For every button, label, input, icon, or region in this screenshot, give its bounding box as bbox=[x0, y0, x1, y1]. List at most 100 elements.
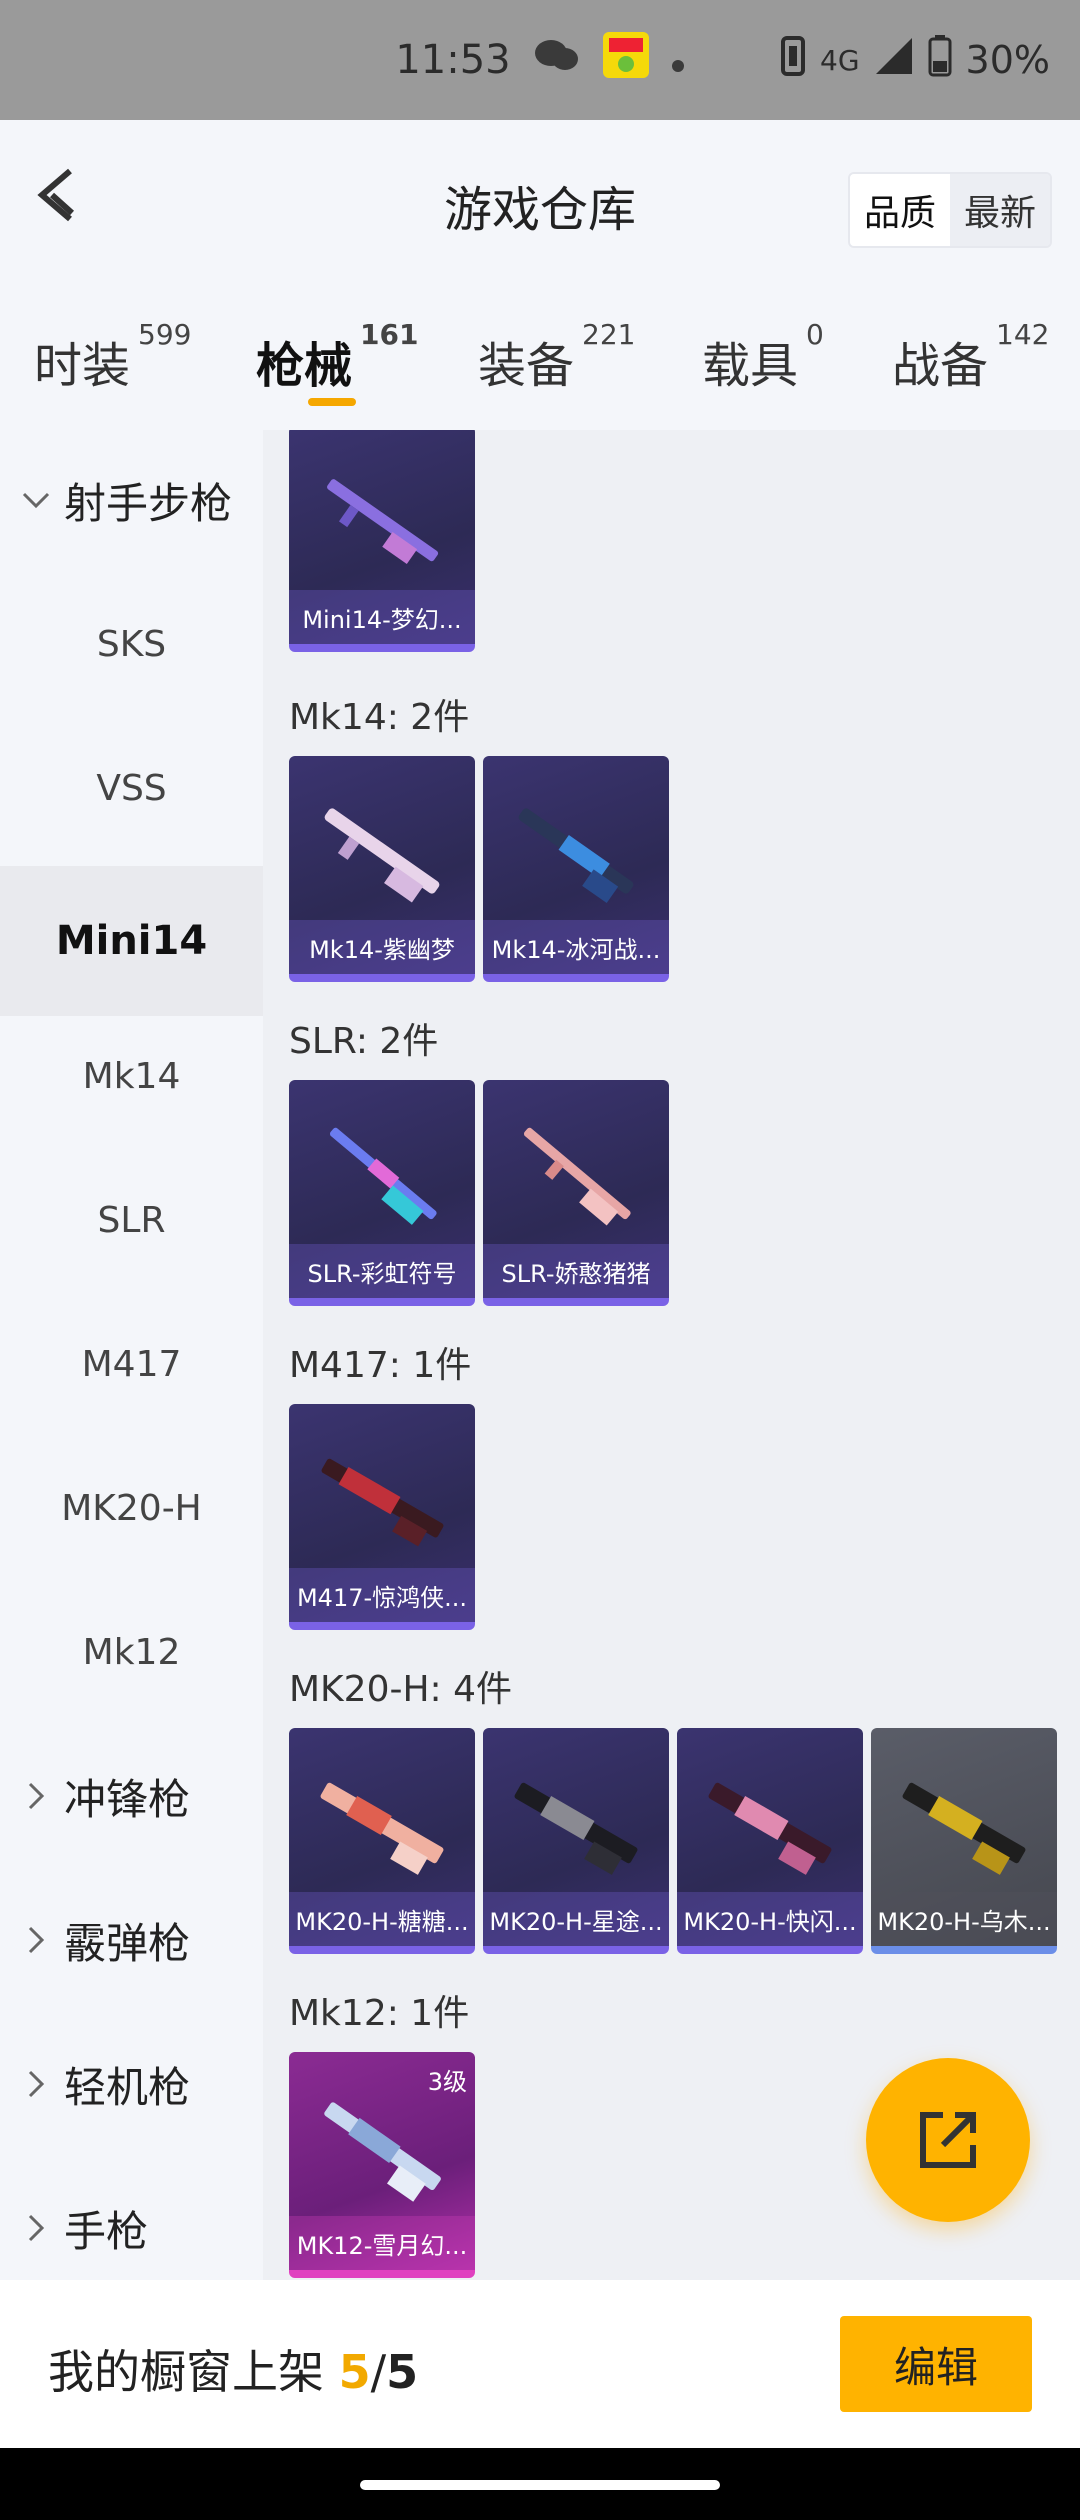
share-icon bbox=[920, 2112, 976, 2168]
skin-name: M417-惊鸿侠... bbox=[289, 1568, 475, 1622]
status-bar: 11:53 4G 30% bbox=[0, 0, 1080, 120]
sidebar-group-label: 射手步枪 bbox=[64, 478, 233, 528]
rifle-skin-icon bbox=[324, 2102, 441, 2202]
app-notification-icon bbox=[602, 32, 649, 88]
rifle-skin-icon bbox=[320, 1782, 444, 1875]
rifle-skin-icon bbox=[329, 1127, 437, 1225]
skin-name: SLR-彩虹符号 bbox=[289, 1244, 475, 1298]
tab-vehicles[interactable]: 载具0 bbox=[702, 318, 824, 396]
tab-count: 599 bbox=[138, 318, 192, 351]
section-title-m417: M417: 1件 bbox=[289, 1345, 472, 1386]
showcase-count: 5 bbox=[338, 2345, 371, 2399]
wechat-icon bbox=[533, 35, 581, 85]
skin-card[interactable]: MK20-H-乌木... bbox=[871, 1728, 1057, 1954]
status-time: 11:53 bbox=[395, 37, 511, 83]
showcase-separator: / bbox=[370, 2345, 387, 2399]
sort-toggle: 品质 最新 bbox=[847, 172, 1052, 248]
chevron-right-icon bbox=[28, 2214, 45, 2242]
sidebar-item-mk12[interactable]: Mk12 bbox=[0, 1582, 263, 1722]
sidebar-item-mk14[interactable]: Mk14 bbox=[0, 1006, 263, 1146]
signal-icon bbox=[874, 36, 914, 85]
sidebar-item-mini14[interactable]: Mini14 bbox=[0, 866, 263, 1016]
skin-card[interactable]: MK20-H-快闪... bbox=[677, 1728, 863, 1954]
sidebar-group-marksman[interactable]: 射手步枪 bbox=[18, 430, 232, 570]
section-title-mk12: Mk12: 1件 bbox=[289, 1993, 470, 2034]
network-label: 4G bbox=[820, 43, 860, 77]
showcase-label: 我的橱窗上架 bbox=[48, 2345, 324, 2399]
tab-equipment[interactable]: 装备221 bbox=[478, 318, 635, 396]
sort-quality-button[interactable]: 品质 bbox=[849, 174, 950, 246]
tab-firearms[interactable]: 枪械161 bbox=[256, 318, 418, 396]
dot-icon bbox=[671, 37, 685, 83]
skin-card[interactable]: Mk14-冰河战... bbox=[483, 756, 669, 982]
sidebar-item-slr[interactable]: SLR bbox=[0, 1150, 263, 1290]
sort-latest-button[interactable]: 最新 bbox=[949, 174, 1050, 246]
rifle-skin-icon bbox=[708, 1782, 832, 1875]
share-button[interactable] bbox=[866, 2058, 1030, 2222]
showcase-bar: 我的橱窗上架 5/5 编辑 bbox=[0, 2280, 1080, 2448]
sidebar-group-smg[interactable]: 冲锋枪 bbox=[18, 1726, 190, 1866]
category-tabs: 时装599 枪械161 装备221 载具0 战备142 bbox=[0, 270, 1080, 430]
skin-card[interactable]: M417-惊鸿侠... bbox=[289, 1404, 475, 1630]
sidebar-group-label: 手枪 bbox=[64, 2206, 149, 2256]
tab-supplies[interactable]: 战备142 bbox=[892, 318, 1049, 396]
rifle-skin-icon bbox=[327, 479, 439, 565]
section-title-mk20h: MK20-H: 4件 bbox=[289, 1669, 513, 1710]
sidebar-group-pistol[interactable]: 手枪 bbox=[18, 2158, 148, 2298]
rifle-skin-icon bbox=[324, 808, 440, 903]
skin-name: MK20-H-快闪... bbox=[677, 1892, 863, 1946]
sidebar-group-lmg[interactable]: 轻机枪 bbox=[18, 2014, 190, 2154]
tab-label: 载具 bbox=[702, 338, 799, 394]
skin-card[interactable]: SLR-彩虹符号 bbox=[289, 1080, 475, 1306]
sidebar-item-m417[interactable]: M417 bbox=[0, 1294, 263, 1434]
skin-card[interactable]: Mk14-紫幽梦 bbox=[289, 756, 475, 982]
sidebar-item-sks[interactable]: SKS bbox=[0, 574, 263, 714]
active-tab-indicator bbox=[308, 398, 356, 406]
skin-name: SLR-娇憨猪猪 bbox=[483, 1244, 669, 1298]
tab-count: 0 bbox=[806, 318, 824, 351]
chevron-right-icon bbox=[28, 1782, 45, 1810]
tab-count: 221 bbox=[582, 318, 636, 351]
skin-name: Mk14-冰河战... bbox=[483, 920, 669, 974]
skin-name: Mk14-紫幽梦 bbox=[289, 920, 475, 974]
sidebar-group-label: 冲锋枪 bbox=[64, 1774, 191, 1824]
system-nav-bar bbox=[0, 2448, 1080, 2520]
showcase-status: 我的橱窗上架 5/5 bbox=[48, 2336, 418, 2402]
vibrate-icon bbox=[780, 35, 806, 85]
showcase-total: 5 bbox=[386, 2345, 419, 2399]
sidebar-group-label: 轻机枪 bbox=[64, 2062, 191, 2112]
tab-label: 装备 bbox=[478, 338, 575, 394]
tab-label: 枪械 bbox=[256, 338, 353, 394]
skin-name: MK20-H-糖糖... bbox=[289, 1892, 475, 1946]
sidebar-item-vss[interactable]: VSS bbox=[0, 718, 263, 858]
skin-card[interactable]: Mini14-梦幻... bbox=[289, 430, 475, 652]
skin-card[interactable]: MK20-H-星途... bbox=[483, 1728, 669, 1954]
skin-card[interactable]: MK20-H-糖糖... bbox=[289, 1728, 475, 1954]
chevron-down-icon bbox=[22, 492, 50, 509]
home-indicator[interactable] bbox=[360, 2480, 720, 2490]
sidebar-group-label: 霰弹枪 bbox=[64, 1918, 191, 1968]
section-title-slr: SLR: 2件 bbox=[289, 1021, 439, 1062]
rifle-skin-icon bbox=[523, 1127, 631, 1226]
skin-card[interactable]: SLR-娇憨猪猪 bbox=[483, 1080, 669, 1306]
edit-button[interactable]: 编辑 bbox=[840, 2316, 1032, 2412]
skin-name: MK20-H-星途... bbox=[483, 1892, 669, 1946]
rifle-skin-icon bbox=[518, 808, 634, 904]
rifle-skin-icon bbox=[902, 1782, 1026, 1875]
skin-name: MK12-雪月幻... bbox=[289, 2216, 475, 2270]
weapon-skin-list: Mini14-梦幻... Mk14: 2件 Mk14-紫幽梦 Mk14-冰河战.… bbox=[263, 430, 1080, 2280]
header: 游戏仓库 品质 最新 bbox=[0, 120, 1080, 270]
tab-count: 142 bbox=[996, 318, 1050, 351]
section-title-mk14: Mk14: 2件 bbox=[289, 697, 470, 738]
chevron-right-icon bbox=[28, 2070, 45, 2098]
weapon-sidebar: 射手步枪 SKS VSS Mini14 Mk14 SLR M417 MK20-H… bbox=[0, 430, 263, 2280]
chevron-right-icon bbox=[28, 1926, 45, 1954]
sidebar-item-mk20h[interactable]: MK20-H bbox=[0, 1438, 263, 1578]
skin-name: Mini14-梦幻... bbox=[289, 590, 475, 644]
tab-costumes[interactable]: 时装599 bbox=[34, 318, 191, 396]
battery-icon bbox=[928, 34, 952, 86]
tab-label: 战备 bbox=[892, 338, 989, 394]
skin-card[interactable]: 3级 MK12-雪月幻... bbox=[289, 2052, 475, 2278]
sidebar-group-shotgun[interactable]: 霰弹枪 bbox=[18, 1870, 190, 2010]
battery-percent: 30% bbox=[965, 38, 1050, 82]
